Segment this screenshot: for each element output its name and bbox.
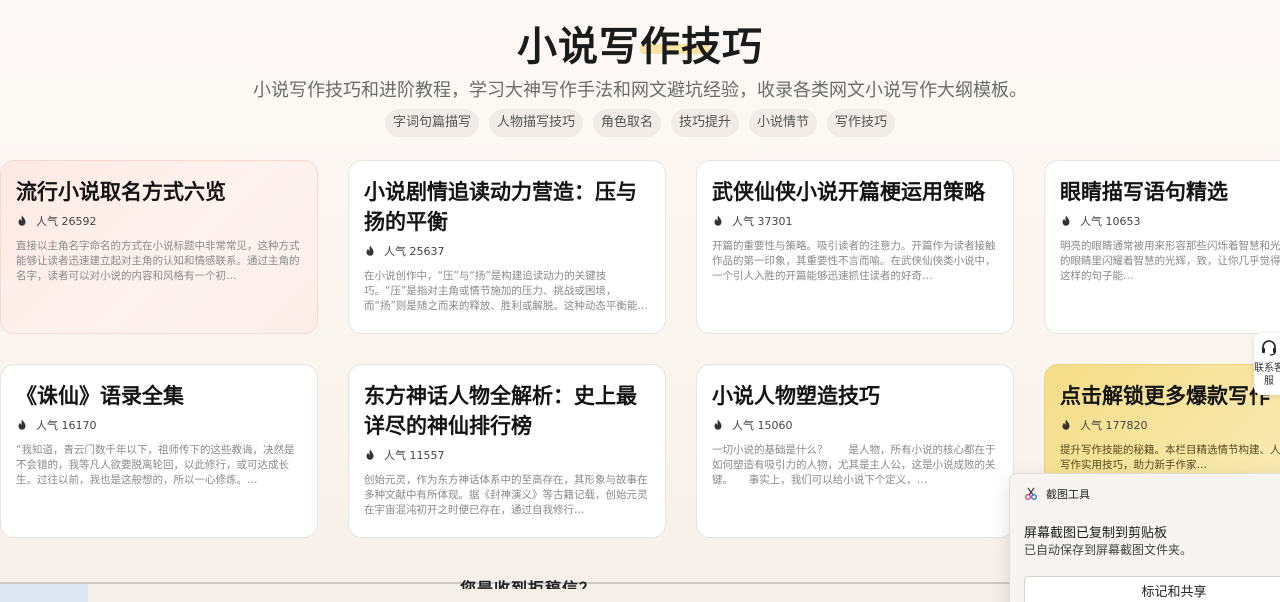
popularity: 人气 177820 xyxy=(1060,417,1280,433)
popularity-count: 人气 25637 xyxy=(384,245,445,258)
card-description: 明亮的眼睛通常被用来形容那些闪烁着智慧和光。例如，“她的眼睛里闪耀着智慧的光辉，… xyxy=(1060,240,1280,282)
article-card[interactable]: 小说人物塑造技巧 人气 15060 一切小说的基础是什么？ 是人物，所有小说的核… xyxy=(696,364,1014,538)
popularity: 人气 15060 xyxy=(712,417,998,433)
mark-and-share-button[interactable]: 标记和共享 xyxy=(1024,576,1280,602)
notification-subtext: 已自动保存到屏幕截图文件夹。 xyxy=(1024,543,1193,557)
tag-item[interactable]: 写作技巧 xyxy=(827,109,896,137)
bottom-banner-text: 您是收到拒稿信？ xyxy=(460,579,597,589)
page-title: 小说写作技巧 xyxy=(517,24,763,70)
tag-item[interactable]: 字词句篇描写 xyxy=(384,109,479,137)
popularity-count: 人气 15060 xyxy=(732,419,793,432)
popularity-count: 人气 10653 xyxy=(1080,215,1141,228)
flame-icon xyxy=(1062,215,1070,226)
popularity: 人气 11557 xyxy=(364,447,650,463)
popularity-count: 人气 16170 xyxy=(36,419,97,432)
notification-message: 屏幕截图已复制到剪贴板 xyxy=(1024,526,1168,541)
flame-icon xyxy=(1062,419,1070,430)
flame-icon xyxy=(18,215,26,226)
popularity: 人气 10653 xyxy=(1060,213,1280,229)
article-card[interactable]: 武侠仙侠小说开篇梗运用策略 人气 37301 开篇的重要性与策略。吸引读者的注意… xyxy=(696,160,1014,334)
page: 小说写作技巧 小说写作技巧和进阶教程，学习大神写作手法和网文避坑经验，收录各类网… xyxy=(0,0,1280,602)
card-description: “我知道，青云门数千年以下，祖师传下的这些教诲，决然是不会错的，我等凡人欲要脱离… xyxy=(16,444,295,486)
popularity: 人气 26592 xyxy=(16,213,302,229)
article-card[interactable]: 东方神话人物全解析：史上最详尽的神仙排行榜 人气 11557 创始元灵，作为东方… xyxy=(348,364,666,538)
card-description: 创始元灵，作为东方神话体系中的至高存在，其形象与故事在多种文献中有所体现。据《封… xyxy=(364,474,648,516)
card-description: 直接以主角名字命名的方式在小说标题中非常常见，这种方式能够让读者迅速建立起对主角… xyxy=(16,240,300,282)
card-title: 《诛仙》语录全集 xyxy=(16,384,184,408)
flame-icon xyxy=(714,215,722,226)
flame-icon xyxy=(366,449,374,460)
card-title: 武侠仙侠小说开篇梗运用策略 xyxy=(712,180,985,204)
card-title: 点击解锁更多爆款写作 xyxy=(1060,384,1270,408)
tag-item[interactable]: 角色取名 xyxy=(592,109,661,137)
snipping-tool-icon xyxy=(1025,487,1037,500)
popularity-count: 人气 177820 xyxy=(1080,419,1148,432)
flame-icon xyxy=(714,419,722,430)
flame-icon xyxy=(18,419,26,430)
popularity-count: 人气 26592 xyxy=(36,215,97,228)
notification-header: 截图工具 xyxy=(1024,486,1090,502)
tag-item[interactable]: 小说情节 xyxy=(749,109,818,137)
headset-icon xyxy=(1262,340,1276,356)
popularity-count: 人气 11557 xyxy=(384,449,445,462)
customer-service-button[interactable]: 联系客服 xyxy=(1254,333,1280,395)
flame-icon xyxy=(366,245,374,256)
card-title: 小说人物塑造技巧 xyxy=(712,384,880,408)
card-description: 提升写作技能的秘籍。本栏目精选情节构建、人物塑造等爆款写作实用技巧，助力新手作家… xyxy=(1060,444,1280,471)
popularity-count: 人气 37301 xyxy=(732,215,793,228)
tag-item[interactable]: 技巧提升 xyxy=(671,109,740,137)
card-description: 开篇的重要性与策略。吸引读者的注意力。开篇作为读者接触作品的第一印象，其重要性不… xyxy=(712,240,996,282)
notification-app-name: 截图工具 xyxy=(1046,488,1090,501)
article-card[interactable]: 眼睛描写语句精选 人气 10653 明亮的眼睛通常被用来形容那些闪烁着智慧和光。… xyxy=(1044,160,1280,334)
article-card[interactable]: 流行小说取名方式六览 人气 26592 直接以主角名字命名的方式在小说标题中非常… xyxy=(0,160,318,334)
tag-item[interactable]: 人物描写技巧 xyxy=(488,109,583,137)
page-subtitle: 小说写作技巧和进阶教程，学习大神写作手法和网文避坑经验，收录各类网文小说写作大纲… xyxy=(253,80,1027,101)
card-title: 眼睛描写语句精选 xyxy=(1060,180,1228,204)
customer-service-label: 联系客服 xyxy=(1254,363,1280,387)
card-title: 东方神话人物全解析：史上最详尽的神仙排行榜 xyxy=(364,384,637,438)
bottom-banner-left xyxy=(0,584,88,602)
popularity: 人气 37301 xyxy=(712,213,998,229)
card-title: 流行小说取名方式六览 xyxy=(16,180,226,204)
snip-notification[interactable]: 截图工具 屏幕截图已复制到剪贴板 已自动保存到屏幕截图文件夹。 标记和共享 xyxy=(1009,473,1280,602)
card-description: 一切小说的基础是什么？ 是人物，所有小说的核心都在于如何塑造有吸引力的人物，尤其… xyxy=(712,444,996,486)
tag-list: 字词句篇描写 人物描写技巧 角色取名 技巧提升 小说情节 写作技巧 xyxy=(0,109,1280,137)
card-description: 在小说创作中，“压”与“扬”是构建追读动力的关键技巧。“压”是指对主角或情节施加… xyxy=(364,270,638,312)
popularity: 人气 16170 xyxy=(16,417,302,433)
popularity: 人气 25637 xyxy=(364,243,650,259)
card-title: 小说剧情追读动力营造：压与扬的平衡 xyxy=(364,180,637,234)
article-card[interactable]: 《诛仙》语录全集 人气 16170 “我知道，青云门数千年以下，祖师传下的这些教… xyxy=(0,364,318,538)
article-card[interactable]: 小说剧情追读动力营造：压与扬的平衡 人气 25637 在小说创作中，“压”与“扬… xyxy=(348,160,666,334)
